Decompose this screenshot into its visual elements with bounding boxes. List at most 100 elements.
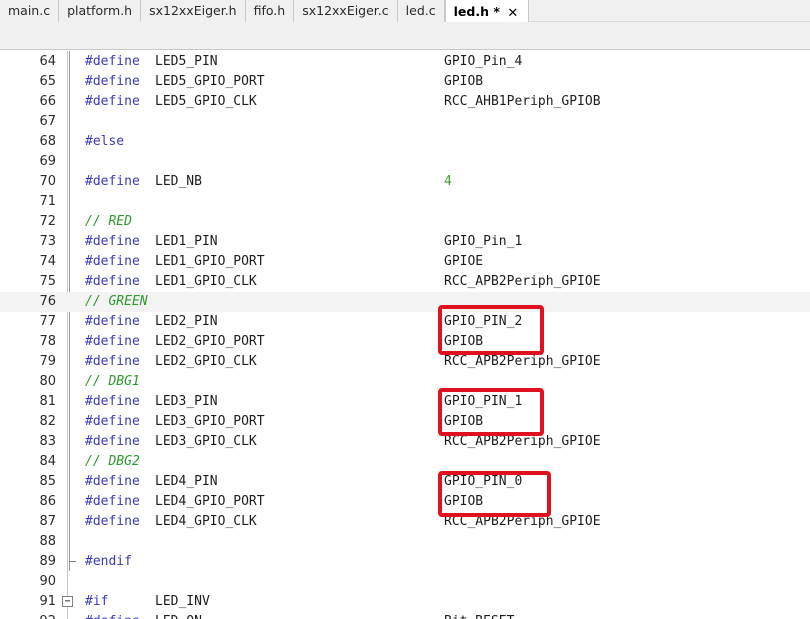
code-line[interactable]: 75 #define LED1_GPIO_CLK RCC_APB2Periph_GPI… bbox=[0, 272, 810, 292]
tab-label: sx12xxEiger.h bbox=[149, 3, 237, 18]
tab-fifo-h[interactable]: fifo.h bbox=[245, 0, 295, 22]
macro-name: LED2_GPIO_CLK bbox=[155, 354, 257, 369]
line-number: 92 bbox=[0, 612, 56, 619]
code-line[interactable]: 68 #else bbox=[0, 132, 810, 152]
code-line[interactable]: 91− #if LED_INV bbox=[0, 592, 810, 612]
code-line[interactable]: 76 // GREEN bbox=[0, 292, 810, 312]
tab-label: led.h * bbox=[453, 3, 500, 19]
macro-name: LED1_GPIO_CLK bbox=[155, 274, 257, 289]
macro-value: GPIOB bbox=[444, 494, 484, 509]
tab-led-h[interactable]: led.h * ✕ bbox=[444, 0, 529, 23]
line-number: 88 bbox=[39, 534, 56, 549]
code-line[interactable]: 66 #define LED5_GPIO_CLK RCC_AHB1Periph_GPI… bbox=[0, 92, 810, 112]
code-line[interactable]: 65 #define LED5_GPIO_PORT GPIOB bbox=[0, 72, 810, 92]
macro-name: LED4_GPIO_CLK bbox=[155, 514, 257, 529]
close-icon[interactable]: ✕ bbox=[506, 6, 520, 20]
tab-label: main.c bbox=[8, 3, 51, 18]
line-number: 91 bbox=[39, 594, 56, 609]
code-line[interactable]: 88 bbox=[0, 532, 810, 552]
macro-name: LED4_GPIO_PORT bbox=[155, 494, 265, 509]
line-number: 84 bbox=[39, 454, 56, 469]
code-line[interactable]: 83 #define LED3_GPIO_CLK RCC_APB2Periph_GPI… bbox=[0, 432, 810, 452]
preprocessor-keyword: #endif bbox=[85, 554, 132, 569]
code-line[interactable]: 71 bbox=[0, 192, 810, 212]
tab-main-c[interactable]: main.c bbox=[0, 0, 60, 22]
code-line[interactable]: 85 #define LED4_PIN GPIO_PIN_0 bbox=[0, 472, 810, 492]
line-number: 77 bbox=[39, 314, 56, 329]
macro-value: GPIOB bbox=[444, 334, 484, 349]
code-line[interactable]: 80 // DBG1 bbox=[0, 372, 810, 392]
macro-value: GPIO_PIN_2 bbox=[444, 314, 523, 329]
preprocessor-keyword: #define bbox=[85, 174, 140, 189]
macro-value: RCC_AHB1Periph_GPIOB bbox=[444, 94, 601, 109]
code-line[interactable]: 79 #define LED2_GPIO_CLK RCC_APB2Periph_GPI… bbox=[0, 352, 810, 372]
code-editor[interactable]: 64 #define LED5_PIN GPIO_Pin_4 65 #define LED5… bbox=[0, 51, 810, 619]
code-line[interactable]: 74 #define LED1_GPIO_PORT GPIOE bbox=[0, 252, 810, 272]
line-number: 81 bbox=[39, 394, 56, 409]
code-line[interactable]: 82 #define LED3_GPIO_PORT GPIOB bbox=[0, 412, 810, 432]
code-line[interactable]: 92 #define LED_ON Bit_RESET bbox=[0, 612, 810, 619]
line-number: 64 bbox=[39, 54, 56, 69]
line-number: 71 bbox=[39, 194, 56, 209]
line-number: 83 bbox=[39, 434, 56, 449]
code-comment: // GREEN bbox=[85, 294, 148, 309]
macro-value: GPIO_Pin_4 bbox=[444, 54, 523, 69]
tab-led-c[interactable]: led.c bbox=[397, 0, 445, 22]
code-line[interactable]: 89 #endif bbox=[0, 552, 810, 572]
code-line[interactable]: 81 #define LED3_PIN GPIO_PIN_1 bbox=[0, 392, 810, 412]
line-number: 90 bbox=[39, 574, 56, 589]
tab-label: led.c bbox=[405, 3, 436, 18]
line-number: 65 bbox=[39, 74, 56, 89]
code-line[interactable]: 73 #define LED1_PIN GPIO_Pin_1 bbox=[0, 232, 810, 252]
macro-name: LED2_GPIO_PORT bbox=[155, 334, 265, 349]
toolbar-strip bbox=[0, 22, 810, 50]
code-line[interactable]: 90 bbox=[0, 572, 810, 592]
code-line[interactable]: 69 bbox=[0, 152, 810, 172]
tab-sx12xxeiger-c[interactable]: sx12xxEiger.c bbox=[294, 0, 398, 22]
line-number: 85 bbox=[39, 474, 56, 489]
preprocessor-keyword: #define bbox=[85, 54, 140, 69]
tab-platform-h[interactable]: platform.h bbox=[59, 0, 142, 22]
macro-name: LED2_PIN bbox=[155, 314, 218, 329]
macro-value: GPIOB bbox=[444, 74, 484, 89]
editor-tab-bar: main.c platform.h sx12xxEiger.h fifo.h sx12x… bbox=[0, 0, 810, 23]
macro-name: LED5_PIN bbox=[155, 54, 218, 69]
macro-name: LED3_PIN bbox=[155, 394, 218, 409]
tab-label: fifo.h bbox=[253, 3, 286, 18]
line-number: 76 bbox=[39, 294, 56, 309]
macro-name: LED1_GPIO_PORT bbox=[155, 254, 265, 269]
line-number: 74 bbox=[39, 254, 56, 269]
line-number: 82 bbox=[39, 414, 56, 429]
fold-end-marker bbox=[69, 561, 76, 562]
line-number: 72 bbox=[39, 214, 56, 229]
code-line[interactable]: 87 #define LED4_GPIO_CLK RCC_APB2Periph_GPI… bbox=[0, 512, 810, 532]
line-number: 69 bbox=[39, 154, 56, 169]
line-number: 68 bbox=[39, 134, 56, 149]
code-comment: // DBG2 bbox=[85, 454, 140, 469]
tab-sx12xxeiger-h[interactable]: sx12xxEiger.h bbox=[141, 0, 246, 22]
macro-value: RCC_APB2Periph_GPIOE bbox=[444, 434, 601, 449]
code-line[interactable]: 78 #define LED2_GPIO_PORT GPIOB bbox=[0, 332, 810, 352]
line-number: 70 bbox=[39, 174, 56, 189]
code-line[interactable]: 72 // RED bbox=[0, 212, 810, 232]
macro-value: GPIO_Pin_1 bbox=[444, 234, 523, 249]
code-line[interactable]: 86 #define LED4_GPIO_PORT GPIOB bbox=[0, 492, 810, 512]
code-line[interactable]: 77 #define LED2_PIN GPIO_PIN_2 bbox=[0, 312, 810, 332]
line-number: 86 bbox=[39, 494, 56, 509]
code-line[interactable]: 67 bbox=[0, 112, 810, 132]
macro-value: Bit_RESET bbox=[444, 612, 514, 619]
code-line[interactable]: 70 #define LED_NB 4 bbox=[0, 172, 810, 192]
line-number: 79 bbox=[39, 354, 56, 369]
fold-collapse-icon[interactable]: − bbox=[62, 596, 73, 607]
macro-name: LED3_GPIO_PORT bbox=[155, 414, 265, 429]
macro-value: RCC_APB2Periph_GPIOE bbox=[444, 354, 601, 369]
macro-name: LED1_PIN bbox=[155, 234, 218, 249]
preprocessor-keyword: #define bbox=[85, 514, 140, 529]
preprocessor-keyword: #define bbox=[85, 612, 140, 619]
preprocessor-keyword: #define bbox=[85, 394, 140, 409]
preprocessor-keyword: #define bbox=[85, 74, 140, 89]
code-line[interactable]: 64 #define LED5_PIN GPIO_Pin_4 bbox=[0, 52, 810, 72]
macro-name: LED_ON bbox=[155, 612, 202, 619]
preprocessor-keyword: #define bbox=[85, 314, 140, 329]
code-line[interactable]: 84 // DBG2 bbox=[0, 452, 810, 472]
